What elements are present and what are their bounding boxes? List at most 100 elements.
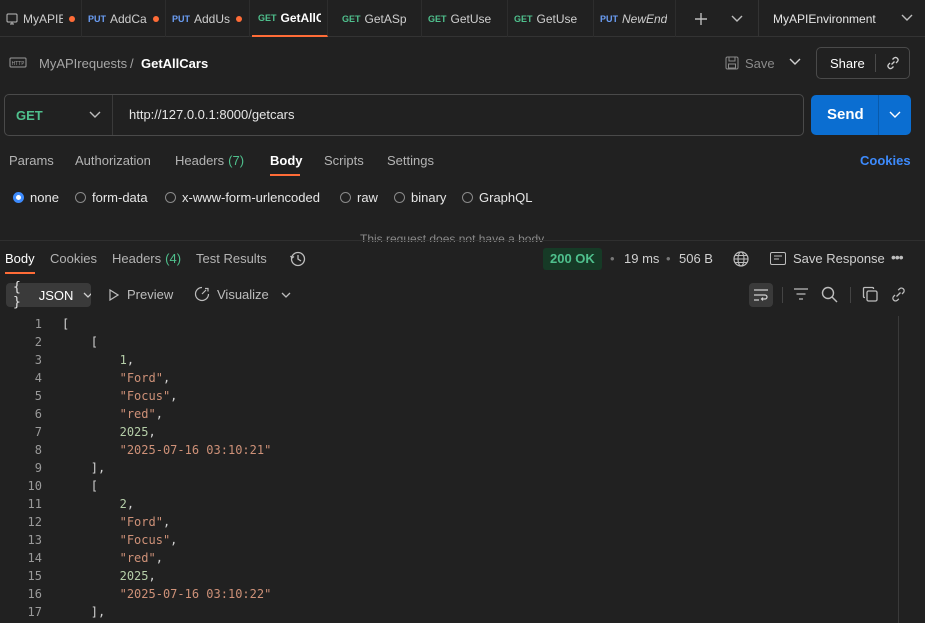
more-options-icon[interactable]: ••• bbox=[891, 249, 904, 265]
body-type-none[interactable]: none bbox=[13, 190, 59, 205]
play-icon bbox=[109, 288, 119, 301]
send-button[interactable]: Send bbox=[811, 95, 911, 135]
globe-icon[interactable] bbox=[732, 250, 750, 268]
response-tab-body[interactable]: Body bbox=[5, 251, 35, 266]
tabs-overflow-chevron-icon[interactable] bbox=[726, 8, 748, 30]
radio-label: x-www-form-urlencoded bbox=[182, 190, 320, 205]
request-tab[interactable]: PUT AddCa bbox=[82, 0, 166, 37]
history-icon[interactable] bbox=[289, 250, 307, 268]
copy-icon[interactable] bbox=[862, 286, 879, 303]
response-tab-headers[interactable]: Headers (4) bbox=[112, 251, 181, 266]
code-value: "red" bbox=[119, 407, 156, 421]
request-tab[interactable]: MyAPIE bbox=[0, 0, 82, 37]
tab-label: AddCa bbox=[110, 11, 147, 26]
tab-settings[interactable]: Settings bbox=[387, 153, 434, 168]
chevron-down-icon bbox=[83, 292, 91, 298]
code-value: ], bbox=[90, 605, 106, 619]
tab-label: Scripts bbox=[324, 153, 364, 168]
json-braces-icon: { } bbox=[13, 280, 21, 310]
save-icon bbox=[725, 56, 739, 70]
request-tab[interactable]: GET GetUse bbox=[422, 0, 508, 37]
environment-selector[interactable]: MyAPIEnvironment bbox=[758, 0, 925, 37]
link-icon[interactable] bbox=[890, 286, 907, 303]
tab-body[interactable]: Body bbox=[270, 153, 303, 168]
breadcrumb-collection[interactable]: MyAPIrequests bbox=[39, 56, 127, 71]
request-tab[interactable]: PUT AddUs bbox=[166, 0, 250, 37]
preview-button[interactable]: Preview bbox=[109, 287, 173, 302]
body-type-form-data[interactable]: form-data bbox=[75, 190, 148, 205]
format-label: JSON bbox=[38, 287, 74, 303]
line-number: 8 bbox=[34, 443, 42, 457]
code-comma: , bbox=[162, 371, 171, 385]
code-line: [ bbox=[91, 479, 98, 493]
toolbar-divider bbox=[782, 287, 783, 303]
tab-label: Test Results bbox=[196, 251, 267, 266]
line-number: 14 bbox=[27, 551, 42, 565]
body-type-x-www-form-urlencoded[interactable]: x-www-form-urlencoded bbox=[165, 190, 320, 205]
tab-authorization[interactable]: Authorization bbox=[75, 153, 151, 168]
line-number: 15 bbox=[27, 569, 42, 583]
request-tab[interactable]: GET GetASp bbox=[336, 0, 422, 37]
meta-dot: • bbox=[610, 251, 615, 266]
method-select[interactable]: GET bbox=[5, 95, 113, 135]
response-tab-cookies[interactable]: Cookies bbox=[50, 251, 97, 266]
save-response-button[interactable]: Save Response bbox=[770, 251, 885, 266]
unsaved-dot-icon bbox=[236, 15, 243, 22]
line-number: 7 bbox=[34, 425, 42, 439]
search-icon[interactable] bbox=[821, 286, 838, 303]
tab-label: GetUse bbox=[450, 11, 492, 26]
send-options-chevron-icon[interactable] bbox=[889, 111, 901, 119]
request-tab[interactable]: PUT NewEnd bbox=[594, 0, 676, 37]
code-line: ], bbox=[91, 461, 105, 475]
share-button[interactable]: Share bbox=[816, 47, 910, 79]
code-comma: , bbox=[162, 515, 171, 529]
tab-scripts[interactable]: Scripts bbox=[324, 153, 364, 168]
tab-params[interactable]: Params bbox=[9, 153, 54, 168]
tab-label: Headers bbox=[175, 153, 225, 168]
code-value: [ bbox=[90, 479, 99, 493]
tab-label: Headers bbox=[112, 251, 162, 266]
link-icon[interactable] bbox=[885, 55, 901, 71]
cookies-link[interactable]: Cookies bbox=[860, 153, 911, 168]
line-number: 10 bbox=[27, 479, 42, 493]
visualize-chevron-icon[interactable] bbox=[281, 292, 291, 299]
save-options-chevron-icon[interactable] bbox=[789, 58, 801, 66]
url-input[interactable]: http://127.0.0.1:8000/getcars bbox=[129, 107, 789, 125]
body-type-raw[interactable]: raw bbox=[340, 190, 378, 205]
radio-icon bbox=[13, 192, 24, 203]
code-value: "Ford" bbox=[119, 371, 163, 385]
response-time[interactable]: 19 ms bbox=[624, 251, 659, 266]
url-bar: GET http://127.0.0.1:8000/getcars bbox=[4, 94, 804, 136]
radio-label: none bbox=[30, 190, 59, 205]
request-tab[interactable]: GET GetUse bbox=[508, 0, 594, 37]
code-value: "Focus" bbox=[119, 389, 171, 403]
format-select[interactable]: { } JSON bbox=[6, 280, 91, 310]
filter-icon[interactable] bbox=[793, 287, 809, 301]
editor-scrollbar[interactable] bbox=[898, 316, 912, 623]
code-comma: , bbox=[170, 533, 178, 547]
response-tab-test-results[interactable]: Test Results bbox=[196, 251, 267, 266]
request-tab[interactable]: GET GetAllC bbox=[252, 0, 328, 37]
response-size[interactable]: 506 B bbox=[679, 251, 713, 266]
chevron-down-icon bbox=[901, 14, 913, 22]
unsaved-dot-icon bbox=[69, 15, 76, 22]
line-number: 17 bbox=[27, 605, 42, 619]
line-number: 9 bbox=[34, 461, 42, 475]
page-title[interactable]: GetAllCars bbox=[141, 56, 208, 71]
line-number: 13 bbox=[27, 533, 42, 547]
code-value: "Focus" bbox=[119, 533, 171, 547]
save-button[interactable]: Save bbox=[725, 53, 780, 73]
code-line: "2025-07-16 03:10:22" bbox=[120, 587, 272, 601]
body-type-binary[interactable]: binary bbox=[394, 190, 446, 205]
status-badge[interactable]: 200 OK bbox=[543, 248, 602, 270]
wrap-lines-icon[interactable] bbox=[749, 283, 773, 307]
tab-label: Body bbox=[270, 153, 303, 168]
tab-headers[interactable]: Headers (7) bbox=[175, 153, 244, 168]
visualize-button[interactable]: Visualize bbox=[194, 286, 269, 302]
code-comma: , bbox=[148, 425, 156, 439]
response-body-tab-underline bbox=[5, 272, 35, 274]
breadcrumb-separator: / bbox=[130, 56, 134, 71]
line-number: 1 bbox=[34, 317, 42, 331]
body-type-graphql[interactable]: GraphQL bbox=[462, 190, 532, 205]
new-tab-icon[interactable] bbox=[690, 8, 712, 30]
